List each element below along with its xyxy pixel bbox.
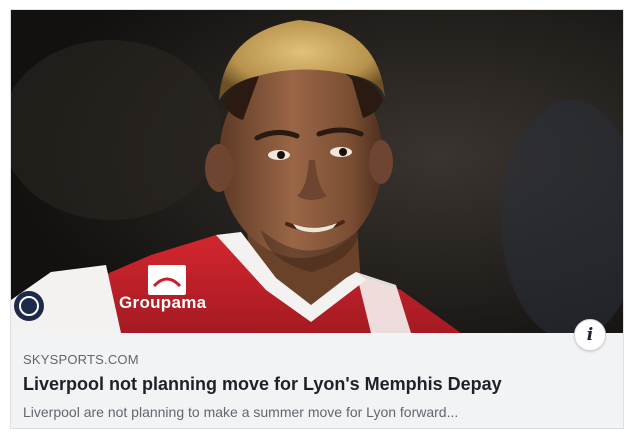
player-photo bbox=[11, 10, 623, 333]
article-description: Liverpool are not planning to make a sum… bbox=[23, 404, 459, 420]
source-domain: SKYSPORTS.COM bbox=[23, 352, 139, 367]
link-preview-caption[interactable]: SKYSPORTS.COM Liverpool not planning mov… bbox=[11, 333, 623, 428]
shirt-sponsor-text: Groupama bbox=[119, 293, 207, 312]
article-thumbnail[interactable]: Groupama bbox=[11, 10, 623, 333]
article-headline[interactable]: Liverpool not planning move for Lyon's M… bbox=[23, 374, 502, 395]
link-preview-card[interactable]: Groupama i SKYSPORTS.COM Liverpool not p… bbox=[10, 9, 624, 429]
